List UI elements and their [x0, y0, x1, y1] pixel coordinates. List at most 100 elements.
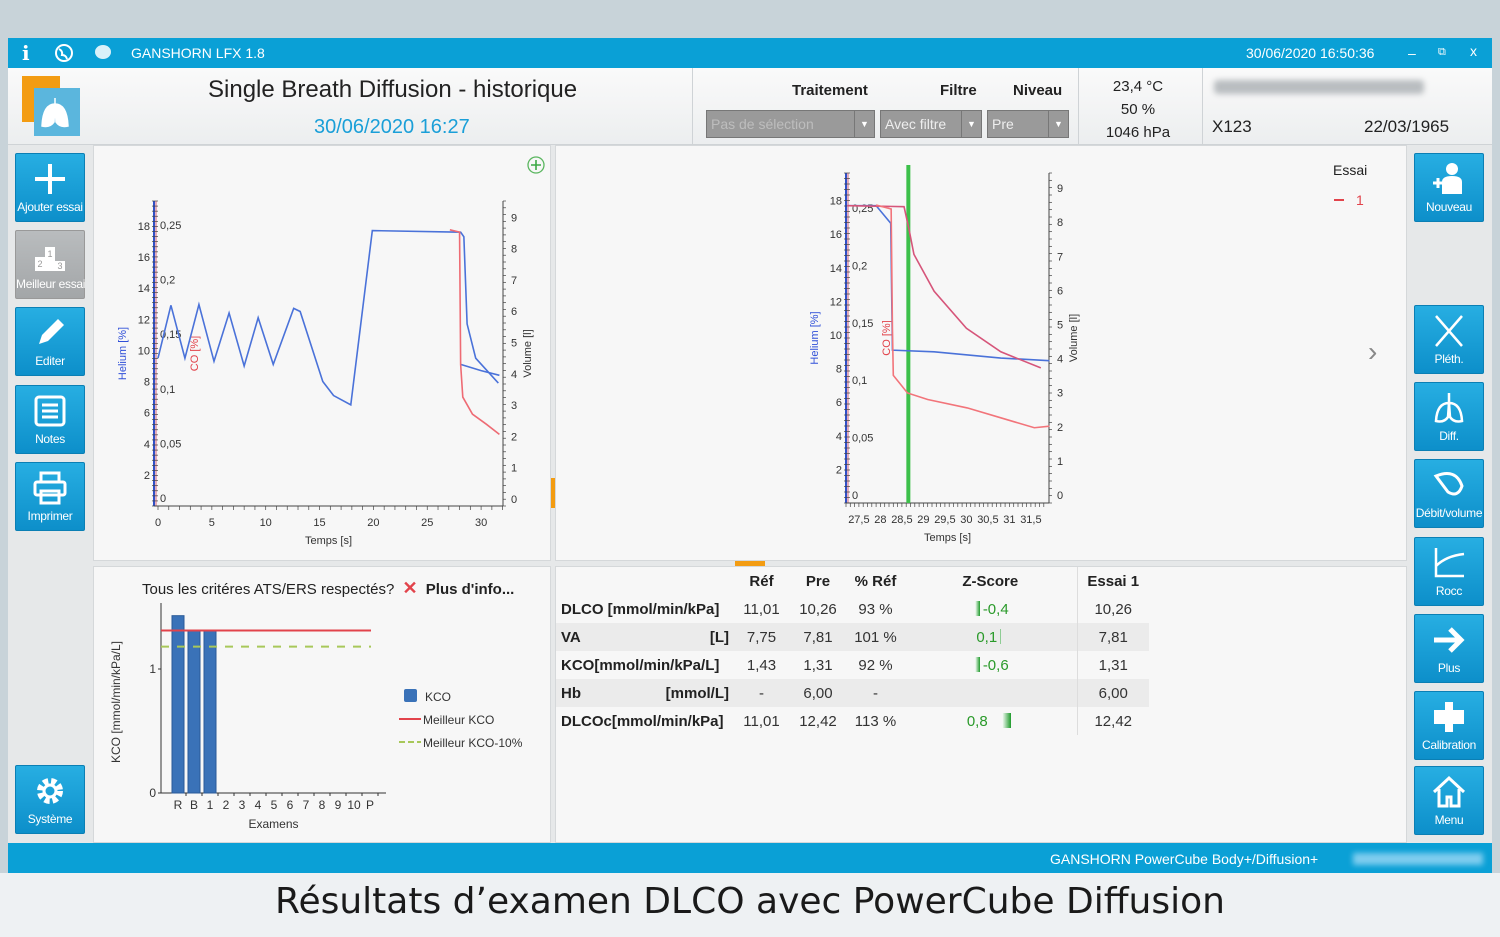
chevron-right-icon[interactable]: › — [1368, 336, 1377, 368]
volume-tick-label: 2 — [511, 431, 517, 443]
x-tick-label: 5 — [271, 798, 278, 812]
chevron-down-icon: ▼ — [1048, 111, 1068, 137]
helium-tick-label: 10 — [138, 345, 150, 357]
co-tick-label: 0,1 — [160, 384, 175, 396]
x-tick-label: 25 — [421, 517, 433, 529]
co-tick-label: 0,15 — [852, 318, 873, 330]
restore-button[interactable]: ⧉ — [1438, 46, 1446, 59]
x-tick-label: 5 — [209, 517, 215, 529]
globe-icon[interactable] — [54, 43, 74, 63]
helium-tick-label: 6 — [144, 408, 150, 420]
table-row[interactable]: KCO[mmol/min/kPa/L] 1,43 1,31 92 % -0,6 1,31 — [556, 651, 1149, 679]
co-tick-label: 0,2 — [160, 275, 175, 287]
x-tick-label: 27,5 — [848, 514, 869, 526]
legend-title: Essai — [1333, 162, 1368, 178]
results-panel: Réf Pre % Réf Z-Score Essai 1 DLCO [mmol/min/… — [555, 566, 1407, 843]
close-button[interactable]: x — [1470, 43, 1477, 59]
column-header: Essai 1 — [1076, 567, 1149, 595]
helium-tick-label: 4 — [836, 431, 842, 443]
app-logo-lungs-icon — [22, 76, 80, 136]
niveau-select[interactable]: Pre ▼ — [987, 110, 1069, 138]
title-bar: i GANSHORN LFX 1.8 30/06/2020 16:50:36 –… — [8, 38, 1492, 68]
left-editer-button[interactable]: Editer — [15, 307, 85, 376]
right-rocc-button[interactable]: Rocc — [1414, 537, 1484, 606]
right-pléth--button[interactable]: Pléth. — [1414, 305, 1484, 374]
x-tick-label: B — [190, 798, 198, 812]
x-tick-label: 28 — [874, 514, 886, 526]
x-tick-label: 30 — [475, 517, 487, 529]
flow-volume-icon — [1433, 472, 1464, 496]
patient-name-blurred — [1214, 80, 1424, 94]
right-nouveau-button[interactable]: Nouveau — [1414, 153, 1484, 222]
legend-entry-1[interactable]: 1 — [1334, 192, 1364, 208]
svg-text:2: 2 — [37, 259, 42, 269]
calibration-icon — [1434, 702, 1464, 732]
left-meilleur-essai-button[interactable]: 2 1 3 Meilleur essai — [15, 230, 85, 299]
button-label: Ajouter essai — [17, 200, 83, 214]
column-header: % Réf — [854, 572, 897, 590]
filtre-label: Filtre — [940, 82, 977, 99]
essai-value: 1,31 — [1076, 651, 1149, 679]
app-title: GANSHORN LFX 1.8 — [131, 45, 265, 61]
volume-axis-label: Volume [l] — [522, 329, 534, 377]
helium-tick-label: 8 — [836, 364, 842, 376]
svg-text:1: 1 — [47, 249, 52, 259]
volume-tick-label: 7 — [1057, 251, 1063, 263]
helium-tick-label: 6 — [836, 397, 842, 409]
info-icon[interactable]: i — [22, 41, 30, 65]
series-line-1 — [157, 229, 499, 407]
helium-tick-label: 16 — [138, 252, 150, 264]
right-plus-button[interactable]: Plus — [1414, 614, 1484, 683]
table-row[interactable]: DLCOc[mmol/min/kPa] 11,01 12,42 113 % 0,8 12,… — [556, 707, 1149, 735]
table-row[interactable]: Hb [mmol/L] -6,00-6,00 — [556, 679, 1149, 707]
left-syst-me-button[interactable]: Système — [15, 765, 85, 834]
table-row[interactable]: DLCO [mmol/min/kPa] 11,01 10,26 93 % -0,4 10,… — [556, 595, 1149, 623]
filtre-select[interactable]: Avec filtre ▼ — [880, 110, 982, 138]
helium-tick-label: 2 — [836, 464, 842, 476]
arrow-right-icon — [1434, 627, 1465, 653]
minimize-button[interactable]: – — [1408, 45, 1416, 61]
volume-tick-label: 5 — [1057, 320, 1063, 332]
right-diff--button[interactable]: Diff. — [1414, 382, 1484, 451]
patient-id: X123 — [1212, 117, 1252, 136]
co-axis-label: CO [%] — [881, 320, 893, 355]
x-tick-label: 31 — [1003, 514, 1015, 526]
full-curve-chart[interactable]: 2468101214161800,050,10,150,20,250123456… — [94, 146, 550, 560]
helium-tick-label: 4 — [144, 439, 150, 451]
pre-value: 1,31 — [803, 656, 833, 674]
button-label: Calibration — [1421, 738, 1477, 752]
printer-icon — [33, 471, 67, 505]
co-tick-label: 0,25 — [160, 220, 181, 232]
detail-curve-panel: 2 4 6 8 10 12 14 16 18 0 0,05 0,1 0,15 0,2 0,25 0 1 2 3 4 5 6… — [555, 145, 1407, 561]
y-axis-label: KCO [mmol/min/kPa/L] — [109, 641, 123, 763]
right-calibration-button[interactable]: Calibration — [1414, 691, 1484, 760]
home-icon — [1432, 775, 1466, 808]
table-row[interactable]: VA [L] 7,75 7,81 101 % 0,1 7,81 — [556, 623, 1149, 651]
page-title: Single Breath Diffusion - historique — [208, 76, 578, 103]
series-line-2 — [847, 204, 1042, 369]
chevron-down-icon: ▼ — [854, 111, 874, 137]
essai-value: 10,26 — [1076, 595, 1149, 623]
x-tick-label: 1 — [207, 798, 214, 812]
left-imprimer-button[interactable]: Imprimer — [15, 462, 85, 531]
left-notes-button[interactable]: Notes — [15, 385, 85, 454]
plus-icon — [35, 164, 65, 194]
essai-value: 7,81 — [1076, 623, 1149, 651]
helium-tick-label: 12 — [830, 296, 842, 308]
left-ajouter-essai-button[interactable]: Ajouter essai — [15, 153, 85, 222]
button-label: Plus — [1437, 661, 1461, 675]
volume-tick-label: 9 — [511, 212, 517, 224]
right-menu-button[interactable]: Menu — [1414, 766, 1484, 835]
series-line-1 — [847, 204, 1050, 362]
button-label: Débit/volume — [1415, 506, 1483, 520]
zoom-plus-icon[interactable] — [526, 155, 546, 175]
series-line-3 — [449, 229, 500, 436]
ref-value: 1,43 — [746, 656, 777, 674]
right-débit-volume-button[interactable]: Débit/volume — [1414, 459, 1484, 528]
traitement-select[interactable]: Pas de sélection ▼ — [706, 110, 875, 138]
notes-icon — [34, 395, 66, 427]
chat-icon[interactable] — [92, 43, 114, 63]
kco-bar-1 — [203, 630, 217, 794]
x-tick-label: 29 — [917, 514, 929, 526]
detail-curve-chart[interactable]: 2468101214161800,050,10,150,20,250123456… — [556, 146, 1406, 560]
